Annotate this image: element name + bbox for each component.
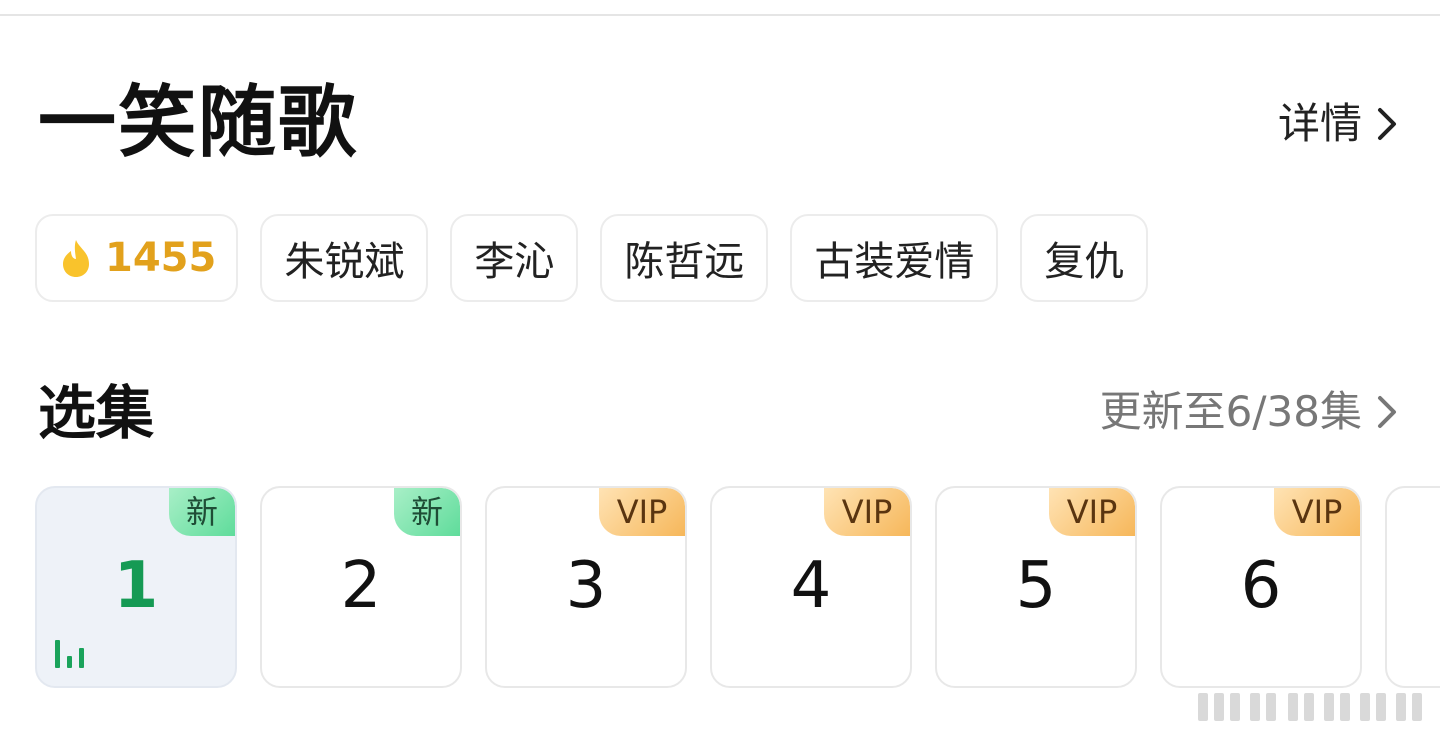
playing-bars-icon bbox=[55, 638, 89, 668]
episode-card-partial[interactable] bbox=[1385, 486, 1440, 688]
detail-link[interactable]: 详情 bbox=[1278, 96, 1398, 152]
tag-actor-3[interactable]: 陈哲远 bbox=[600, 214, 769, 302]
watermark-logo bbox=[1198, 693, 1422, 721]
heat-value: 1455 bbox=[105, 235, 217, 281]
vip-badge: VIP bbox=[1274, 488, 1360, 536]
top-divider bbox=[0, 14, 1440, 16]
tag-list: 1455 朱锐斌 李沁 陈哲远 古装爱情 复仇 bbox=[35, 214, 1149, 302]
vip-badge: VIP bbox=[599, 488, 685, 536]
new-badge: 新 bbox=[169, 488, 235, 536]
episode-card-2[interactable]: 新 2 bbox=[260, 486, 462, 688]
flame-icon bbox=[63, 240, 89, 277]
chevron-right-icon bbox=[1378, 396, 1396, 428]
update-label: 更新至6/38集 bbox=[1099, 387, 1362, 436]
chevron-right-icon bbox=[1378, 108, 1396, 140]
tag-actor-2[interactable]: 李沁 bbox=[450, 214, 579, 302]
heat-tag[interactable]: 1455 bbox=[35, 214, 239, 302]
episode-card-6[interactable]: VIP 6 bbox=[1160, 486, 1362, 688]
tag-theme[interactable]: 复仇 bbox=[1020, 214, 1149, 302]
episode-number: 5 bbox=[1015, 549, 1057, 623]
episode-card-1[interactable]: 新 1 bbox=[35, 486, 237, 688]
new-badge: 新 bbox=[394, 488, 460, 536]
episode-number: 4 bbox=[790, 549, 832, 623]
episode-card-5[interactable]: VIP 5 bbox=[935, 486, 1137, 688]
episode-number: 3 bbox=[565, 549, 607, 623]
episode-list: 新 1 新 2 VIP 3 VIP 4 VIP 5 VIP 6 bbox=[35, 486, 1440, 688]
detail-label: 详情 bbox=[1277, 99, 1362, 148]
vip-badge: VIP bbox=[1049, 488, 1135, 536]
tag-actor-1[interactable]: 朱锐斌 bbox=[260, 214, 429, 302]
episode-card-4[interactable]: VIP 4 bbox=[710, 486, 912, 688]
tag-genre[interactable]: 古装爱情 bbox=[790, 214, 999, 302]
show-title: 一笑随歌 bbox=[38, 78, 359, 168]
episode-card-3[interactable]: VIP 3 bbox=[485, 486, 687, 688]
update-status-link[interactable]: 更新至6/38集 bbox=[1100, 384, 1398, 440]
episodes-title: 选集 bbox=[38, 379, 155, 447]
episode-number: 2 bbox=[340, 549, 382, 623]
episode-number: 6 bbox=[1240, 549, 1282, 623]
vip-badge: VIP bbox=[824, 488, 910, 536]
episode-number: 1 bbox=[113, 549, 159, 623]
